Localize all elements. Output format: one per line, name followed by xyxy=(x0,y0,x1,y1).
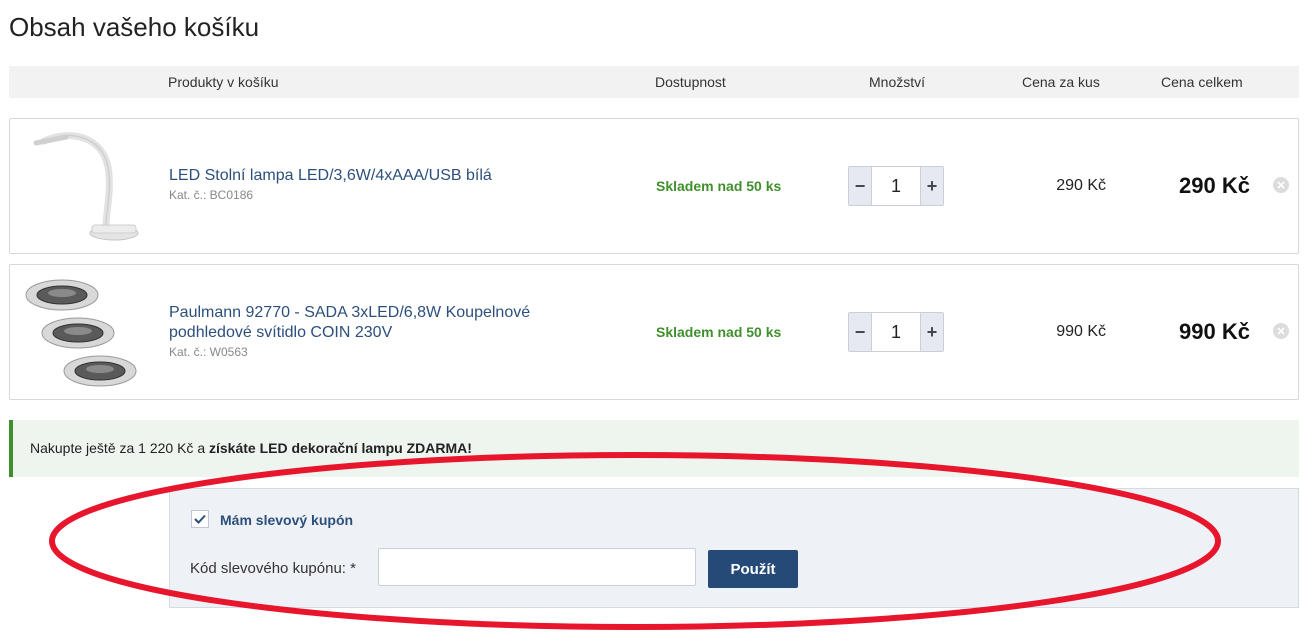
product-link[interactable]: LED Stolní lampa LED/3,6W/4xAAA/USB bílá xyxy=(169,166,589,186)
header-availability: Dostupnost xyxy=(655,74,726,90)
coupon-panel: Mám slevový kupón Kód slevového kupónu: … xyxy=(169,488,1299,608)
close-icon xyxy=(1277,327,1285,335)
remove-item-icon[interactable] xyxy=(1273,177,1289,193)
product-sku: Kat. č.: W0563 xyxy=(169,345,248,359)
total-price: 290 Kč xyxy=(1179,173,1250,198)
total-price: 990 Kč xyxy=(1179,319,1250,344)
coupon-code-input[interactable] xyxy=(378,548,696,586)
quantity-stepper: − + xyxy=(848,312,944,352)
header-products: Produkty v košíku xyxy=(168,74,279,90)
coupon-checkbox-label[interactable]: Mám slevový kupón xyxy=(220,512,353,528)
page-title: Obsah vašeho košíku xyxy=(9,12,260,42)
apply-coupon-button[interactable]: Použít xyxy=(708,550,798,588)
header-total-price: Cena celkem xyxy=(1161,74,1243,90)
coupon-checkbox[interactable] xyxy=(191,510,209,528)
close-icon xyxy=(1277,181,1285,189)
availability-status: Skladem nad 50 ks xyxy=(656,324,782,340)
unit-price: 990 Kč xyxy=(1056,323,1106,340)
cart-item-row: Paulmann 92770 - SADA 3xLED/6,8W Koupeln… xyxy=(9,264,1299,400)
product-sku: Kat. č.: BC0186 xyxy=(169,188,254,202)
promo-text-highlight: získáte LED dekorační lampu ZDARMA! xyxy=(209,440,472,456)
availability-status: Skladem nad 50 ks xyxy=(656,178,782,194)
unit-price: 290 Kč xyxy=(1056,177,1106,194)
promo-text-prefix: Nakupte ještě za 1 220 Kč a xyxy=(30,440,209,456)
quantity-input[interactable] xyxy=(871,313,921,351)
coupon-code-label: Kód slevového kupónu: * xyxy=(190,560,356,577)
free-gift-promo-banner: Nakupte ještě za 1 220 Kč a získáte LED … xyxy=(9,420,1299,477)
checkmark-icon xyxy=(194,514,206,524)
quantity-input[interactable] xyxy=(871,167,921,205)
header-quantity: Množství xyxy=(869,74,926,90)
remove-item-icon[interactable] xyxy=(1273,323,1289,339)
recessed-lights-icon[interactable] xyxy=(22,273,142,391)
quantity-increase-button[interactable]: + xyxy=(921,313,943,351)
header-unit-price: Cena za kus xyxy=(1022,74,1100,90)
desk-lamp-icon[interactable] xyxy=(22,127,142,245)
cart-item-row: LED Stolní lampa LED/3,6W/4xAAA/USB bílá… xyxy=(9,118,1299,254)
quantity-increase-button[interactable]: + xyxy=(921,167,943,205)
quantity-decrease-button[interactable]: − xyxy=(849,167,871,205)
product-link[interactable]: Paulmann 92770 - SADA 3xLED/6,8W Koupeln… xyxy=(169,303,589,343)
quantity-stepper: − + xyxy=(848,166,944,206)
cart-table-header: Produkty v košíku Dostupnost Množství Ce… xyxy=(9,66,1299,98)
promo-text: Nakupte ještě za 1 220 Kč a získáte LED … xyxy=(30,440,472,456)
quantity-decrease-button[interactable]: − xyxy=(849,313,871,351)
